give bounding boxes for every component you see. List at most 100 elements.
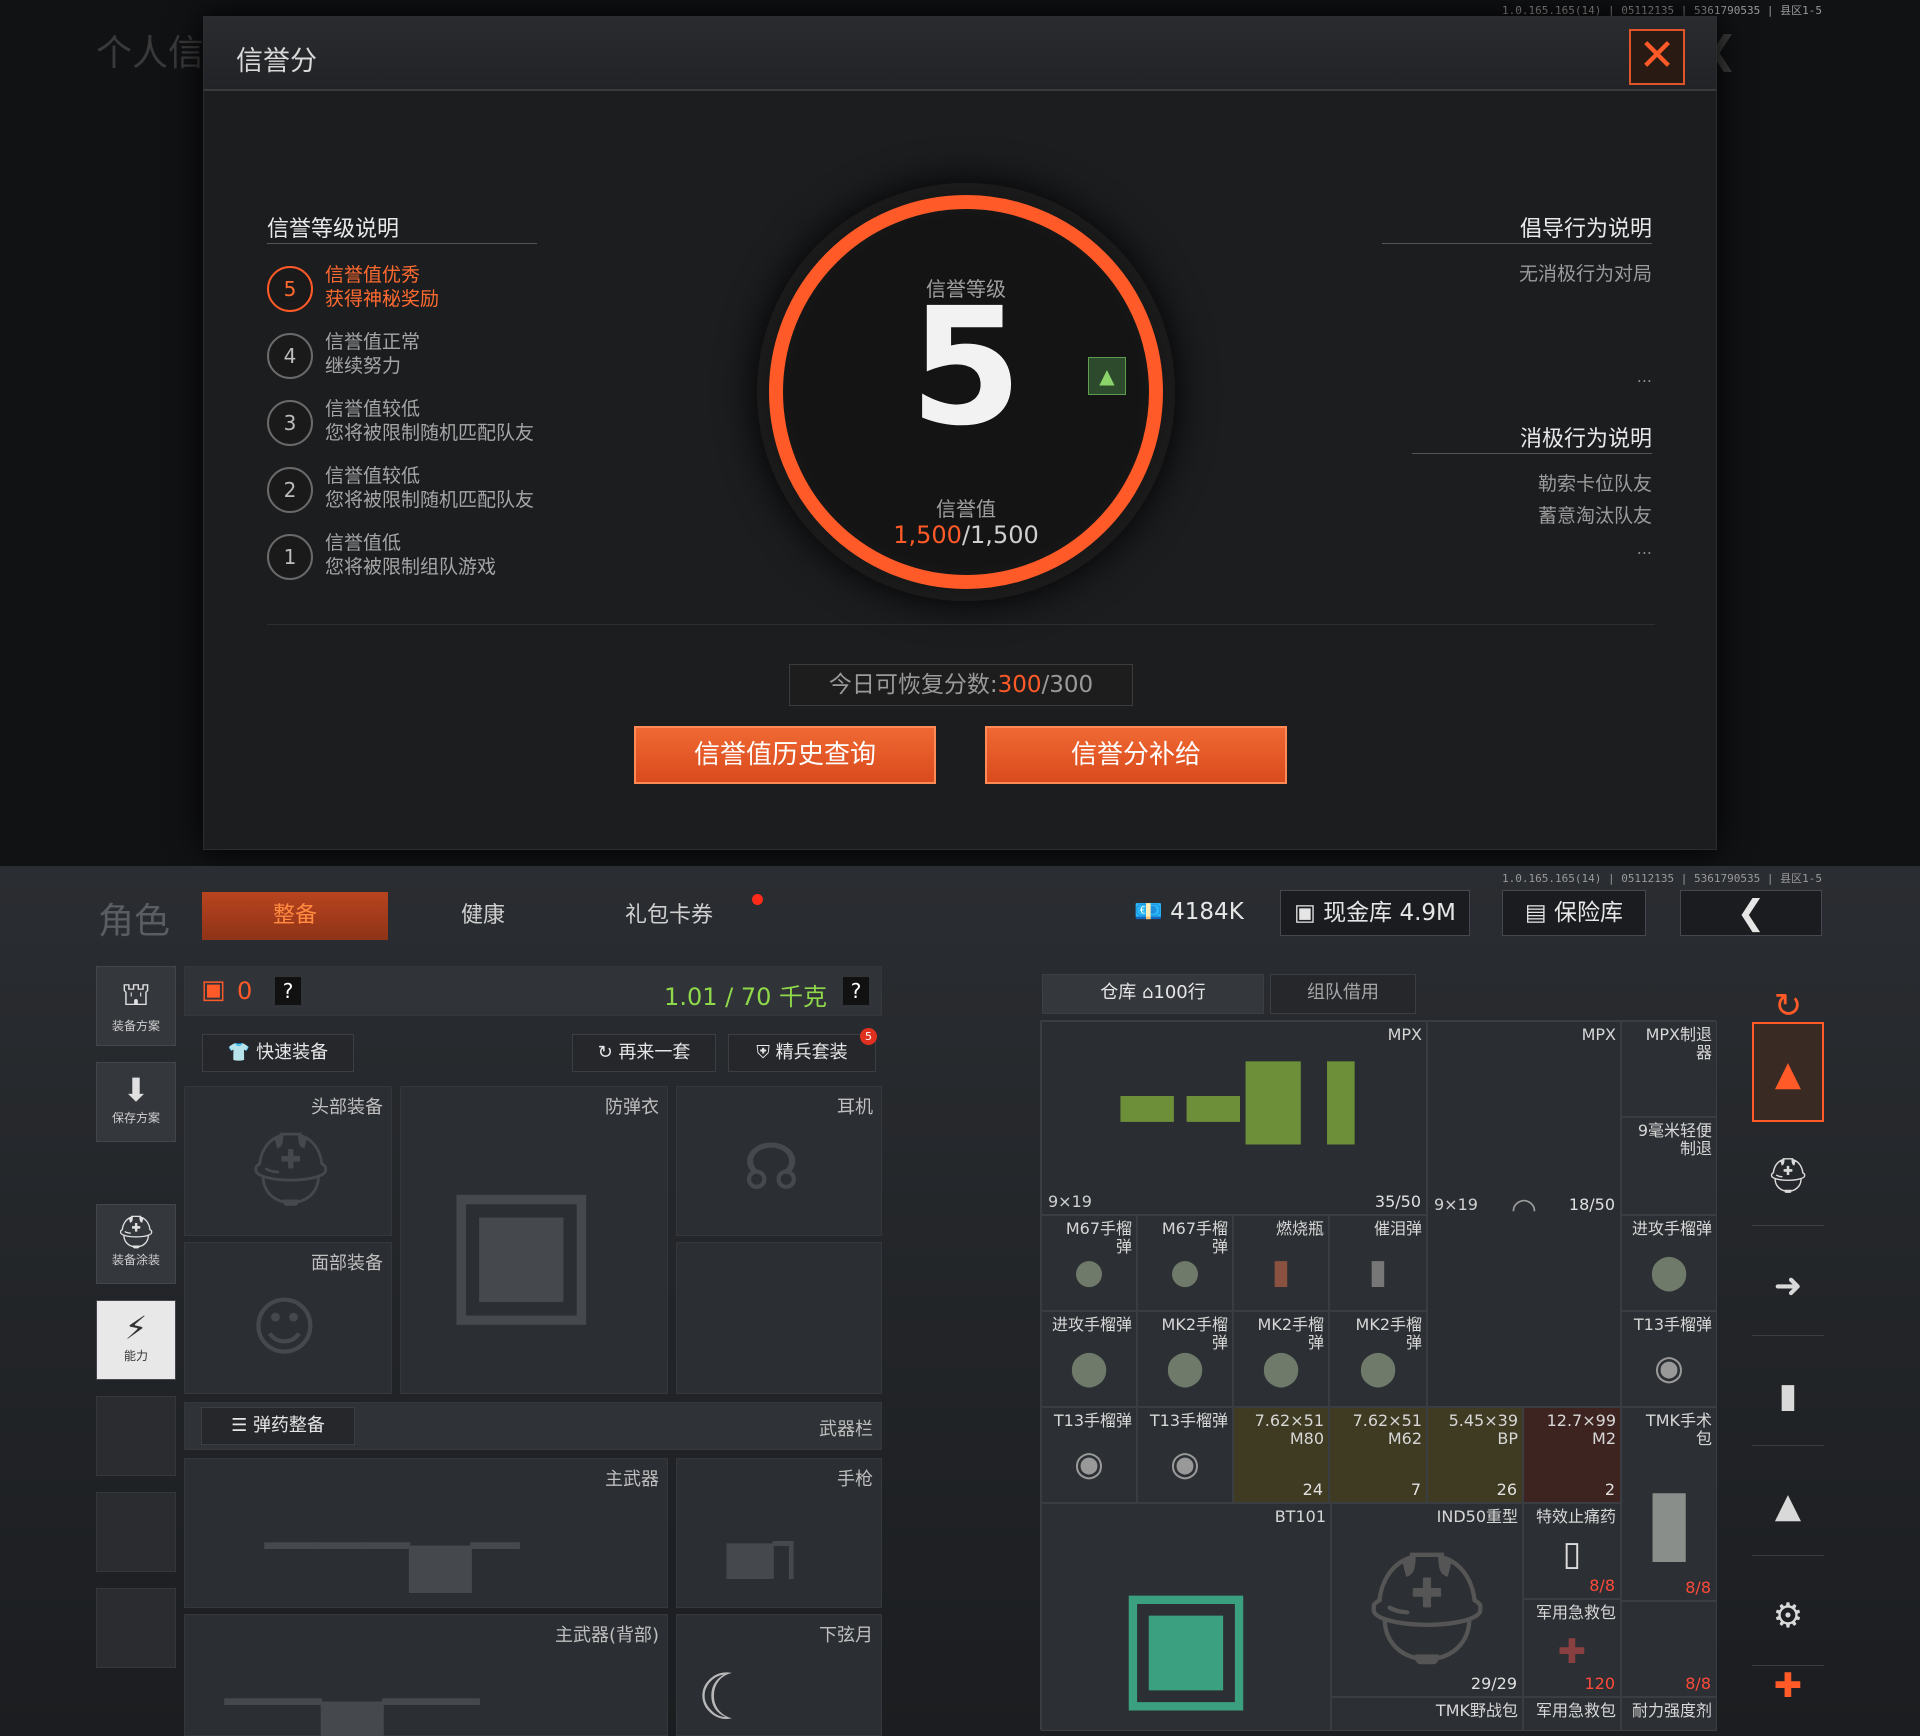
mask-icon: ☺ xyxy=(251,1291,318,1365)
tab-gift-cards[interactable]: 礼包卡券 xyxy=(576,892,762,940)
slot-head[interactable]: 头部装备 ⛑ xyxy=(184,1086,392,1236)
item-count: 8/8 xyxy=(1589,1576,1615,1595)
history-button[interactable]: 信誉值历史查询 xyxy=(634,726,936,784)
slot-primary-back[interactable]: 主武器(背部) ──▄── xyxy=(184,1614,668,1736)
item-mk2[interactable]: MK2手榴 弹 ⬤ xyxy=(1233,1311,1329,1407)
item-ammo-127-m2[interactable]: 12.7×99 M2 2 xyxy=(1523,1407,1621,1503)
item-name: MK2手榴 弹 xyxy=(1161,1315,1228,1352)
level-desc: 您将被限制随机匹配队友 xyxy=(325,489,535,511)
tab-health[interactable]: 健康 xyxy=(390,892,576,940)
elite-badge: 5 xyxy=(860,1028,877,1045)
nav-save-plan[interactable]: ⬇ 保存方案 xyxy=(96,1062,176,1142)
tab-team-borrow[interactable]: 组队借用 xyxy=(1270,974,1416,1014)
item-m67[interactable]: M67手榴 弹 ● xyxy=(1137,1215,1233,1311)
item-name: MK2手榴 弹 xyxy=(1257,1315,1324,1352)
modal-title: 信誉分 xyxy=(236,46,317,77)
item-name: 特效止痛药 xyxy=(1535,1507,1616,1526)
refresh-icon: ↻ xyxy=(597,1042,613,1063)
inventory-screen: 1.0.165.165(14) | 05112135 | 5361790535 … xyxy=(0,866,1920,1736)
slot-ear[interactable]: 耳机 ☊ xyxy=(676,1086,882,1236)
grenade-icon: ● xyxy=(1170,1252,1200,1292)
item-ammo-545-bp[interactable]: 5.45×39 BP 26 xyxy=(1427,1407,1523,1503)
help-icon[interactable]: ? xyxy=(275,977,301,1005)
slot-empty[interactable] xyxy=(676,1242,882,1394)
slot-face[interactable]: 面部装备 ☺ xyxy=(184,1242,392,1394)
slot-primary[interactable]: 主武器 ───▄─ xyxy=(184,1458,668,1608)
supplement-button[interactable]: 信誉分补给 xyxy=(985,726,1287,784)
slot-melee[interactable]: 下弦月 ☾ xyxy=(676,1614,882,1736)
nav-armor-plan[interactable]: ⛫ 装备方案 xyxy=(96,966,176,1046)
credit-current: 1,500 xyxy=(893,521,962,549)
item-bt101[interactable]: BT101 ▣ xyxy=(1041,1503,1331,1731)
magazine-icon[interactable]: ▮ xyxy=(1752,1346,1824,1446)
nav-empty xyxy=(96,1492,176,1572)
item-empty[interactable]: 8/8 xyxy=(1621,1601,1717,1697)
close-icon[interactable]: ✕ xyxy=(1629,29,1685,85)
item-assault-grenade[interactable]: 进攻手榴弹 ⬤ xyxy=(1621,1215,1717,1311)
item-tear-gas[interactable]: 催泪弹 ▮ xyxy=(1329,1215,1427,1311)
slot-pistol[interactable]: 手枪 ▄┐ xyxy=(676,1458,882,1608)
item-ind50-helmet[interactable]: IND50重型 ⛑ 29/29 xyxy=(1331,1503,1523,1697)
item-t13[interactable]: T13手榴弹 ◉ xyxy=(1041,1407,1137,1503)
credit-modal: 信誉分 ✕ 信誉等级说明 5 信誉值优秀 获得神秘奖励 4 信誉值正常 继续努力… xyxy=(203,16,1717,850)
item-medkit[interactable]: 军用急救包 ✚ 120 xyxy=(1523,1599,1621,1697)
karambit-icon: ☾ xyxy=(697,1661,755,1735)
cash-vault-label: 现金库 4.9M xyxy=(1323,900,1456,926)
item-painkiller[interactable]: 特效止痛药 ▯ 8/8 xyxy=(1523,1503,1621,1599)
item-tmk-surgery-bag[interactable]: TMK手术 包 ▮ 8/8 xyxy=(1621,1407,1717,1601)
help-icon[interactable]: ? xyxy=(843,977,869,1005)
elite-button[interactable]: ⛨ 精兵套装 xyxy=(728,1034,876,1072)
helmet-icon[interactable]: ⛑ xyxy=(1752,1126,1824,1226)
notification-dot xyxy=(752,894,763,905)
negative-item: 蓄意淘汰队友 xyxy=(1537,505,1652,527)
item-mk2[interactable]: MK2手榴 弹 ⬤ xyxy=(1137,1311,1233,1407)
item-mpx[interactable]: MPX ◠ 9×19 18/50 xyxy=(1427,1021,1621,1407)
item-name: 进攻手榴弹 xyxy=(1051,1315,1132,1334)
item-name: MK2手榴 弹 xyxy=(1355,1315,1422,1352)
bottle-icon: ▮ xyxy=(1271,1252,1291,1292)
back-button[interactable]: ❮ xyxy=(1680,890,1822,936)
ammo-prep-button[interactable]: ☰ 弹药整备 xyxy=(201,1407,355,1445)
item-name: MPX xyxy=(1387,1025,1422,1044)
tab-prepare[interactable]: 整备 xyxy=(202,892,388,940)
hat-icon[interactable]: ▲ xyxy=(1752,1022,1824,1122)
item-tmk-field[interactable]: TMK野战包 xyxy=(1331,1697,1523,1731)
item-m67[interactable]: M67手榴 弹 ● xyxy=(1041,1215,1137,1311)
slot-vest[interactable]: 防弹衣 ▣ xyxy=(400,1086,668,1394)
negative-item: 勒索卡位队友 xyxy=(1537,473,1652,495)
item-ammo-762-m80[interactable]: 7.62×51 M80 24 xyxy=(1233,1407,1329,1503)
safe-icon: ▤ xyxy=(1524,900,1547,926)
item-assault-grenade[interactable]: 进攻手榴弹 ⬤ xyxy=(1041,1311,1137,1407)
nav-paint[interactable]: ⛑ 装备涂装 xyxy=(96,1204,176,1284)
item-ammo-762-m62[interactable]: 7.62×51 M62 7 xyxy=(1329,1407,1427,1503)
rifle-icon[interactable]: ➜ xyxy=(1752,1236,1824,1336)
safe-button[interactable]: ▤ 保险库 xyxy=(1502,890,1646,936)
item-stamina[interactable]: 耐力强度剂 xyxy=(1621,1697,1717,1731)
again-button[interactable]: ↻ 再来一套 xyxy=(572,1034,716,1072)
nav-ability[interactable]: ⚡ 能力 xyxy=(96,1300,176,1380)
bullet-icon[interactable]: ▲ xyxy=(1752,1456,1824,1556)
item-mpx-suppressor[interactable]: MPX制退 器 xyxy=(1621,1021,1717,1117)
slot-label: 手枪 xyxy=(837,1469,873,1490)
cash-vault-button[interactable]: ▣ 现金库 4.9M xyxy=(1280,890,1470,936)
item-medkit[interactable]: 军用急救包 xyxy=(1523,1697,1621,1731)
tab-warehouse[interactable]: 仓库 ⌂100行 xyxy=(1042,974,1264,1014)
quick-equip-label: 快速装备 xyxy=(256,1042,329,1063)
item-t13[interactable]: T13手榴弹 ◉ xyxy=(1137,1407,1233,1503)
safe-label: 保险库 xyxy=(1554,900,1624,926)
level-row-5: 5 信誉值优秀 获得神秘奖励 xyxy=(267,260,607,316)
plus-icon[interactable]: ✚ xyxy=(1752,1636,1824,1736)
item-mpx[interactable]: MPX ▬▬█▐ 9×19 35/50 xyxy=(1041,1021,1427,1215)
cash-icon: 💶 xyxy=(1134,899,1163,925)
item-name: 7.62×51 M62 xyxy=(1352,1411,1422,1448)
item-molotov[interactable]: 燃烧瓶 ▮ xyxy=(1233,1215,1329,1311)
slot-label: 下弦月 xyxy=(819,1625,873,1646)
item-mk2[interactable]: MK2手榴 弹 ⬤ xyxy=(1329,1311,1427,1407)
cash-value: 4184K xyxy=(1170,899,1244,925)
item-name: M67手榴 弹 xyxy=(1161,1219,1228,1256)
item-t13[interactable]: T13手榴弹 ◉ xyxy=(1621,1311,1717,1407)
quick-equip-button[interactable]: 👕 快速装备 xyxy=(202,1034,354,1072)
grenade-icon: ⬤ xyxy=(1649,1252,1689,1292)
item-name: TMK野战包 xyxy=(1435,1701,1518,1720)
item-9mm-brake[interactable]: 9毫米轻便 制退 xyxy=(1621,1117,1717,1215)
